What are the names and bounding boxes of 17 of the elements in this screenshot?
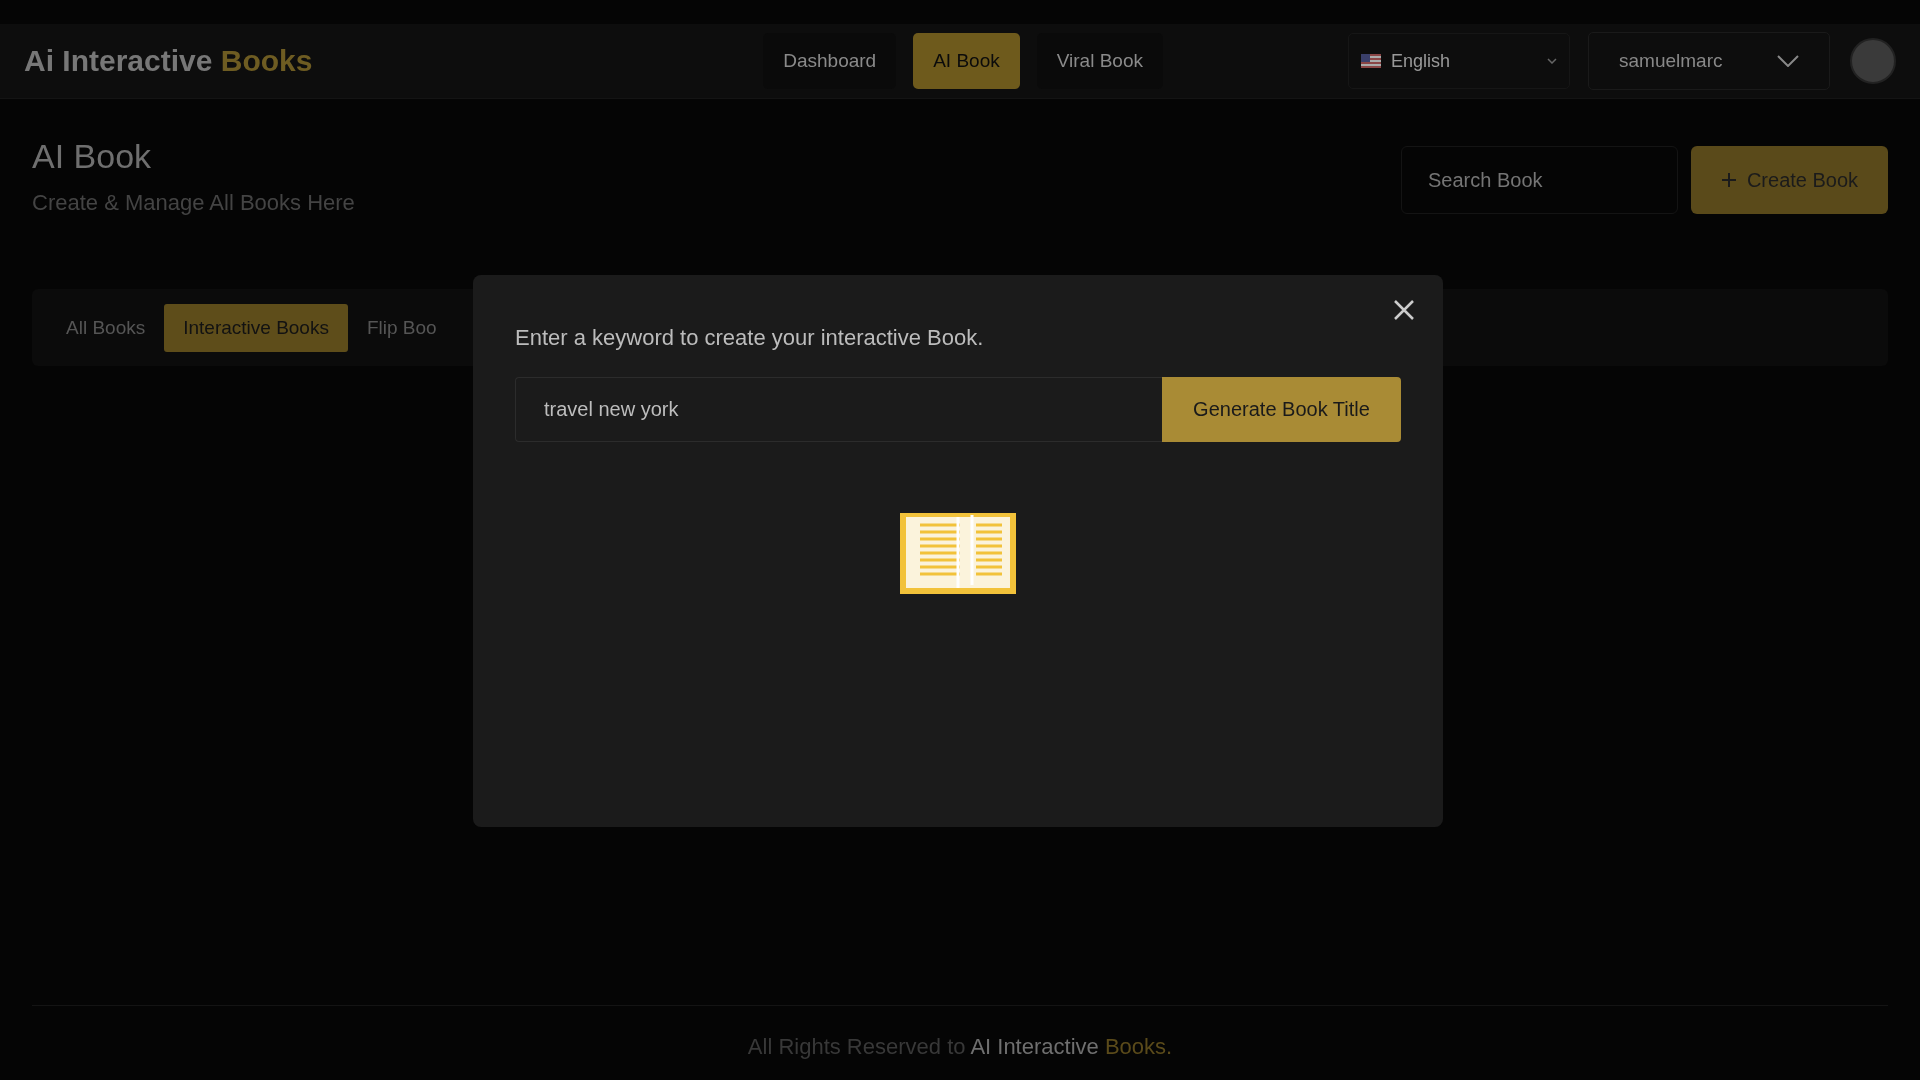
keyword-field[interactable]: travel new york (515, 377, 1162, 442)
chevron-down-icon (1777, 55, 1799, 67)
language-select[interactable]: English (1348, 33, 1570, 89)
flag-icon (1361, 54, 1381, 68)
nav-link[interactable]: AI Book (913, 33, 1020, 89)
page-subtitle: Create & Manage All Books Here (32, 190, 355, 216)
user-menu[interactable]: samuelmarc (1588, 32, 1830, 90)
generate-title-button[interactable]: Generate Book Title (1162, 377, 1401, 442)
plus-icon (1720, 172, 1737, 188)
nav-link[interactable]: Dashboard (763, 33, 897, 89)
search-field[interactable]: Search Book (1401, 146, 1678, 214)
logo[interactable]: Ai Interactive Books (24, 44, 313, 78)
nav-link[interactable]: Viral Book (1036, 33, 1163, 89)
prompt-text: Enter a keyword to create your interactive Book. (515, 325, 985, 351)
open-book-icon (900, 513, 1016, 594)
page-title: AI Book (32, 137, 153, 176)
chevron-down-icon (1547, 58, 1557, 64)
